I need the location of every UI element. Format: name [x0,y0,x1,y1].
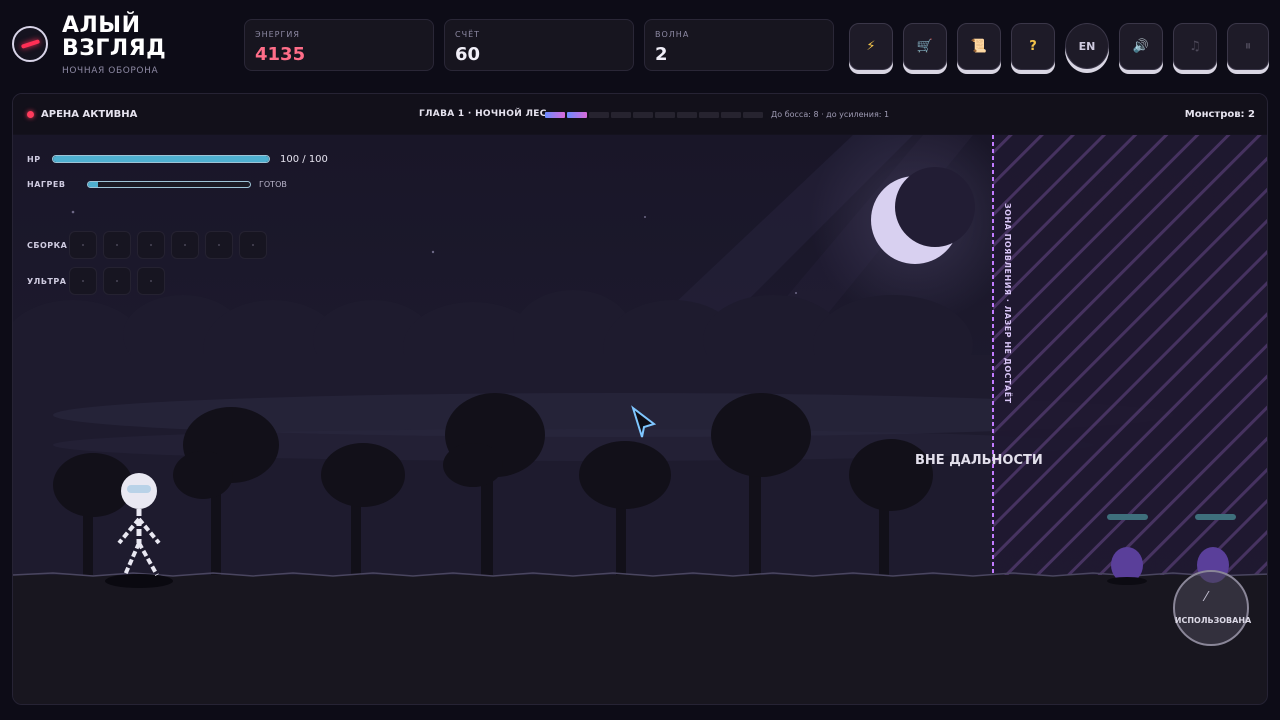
heat-label: НАГРЕВ [27,180,66,189]
cart-icon: 🛒 [916,39,934,54]
build-slot[interactable] [239,231,267,259]
arena-status-bar: АРЕНА АКТИВНА ГЛАВА 1 · НОЧНОЙ ЛЕС До бо… [13,94,1267,134]
game-scene[interactable]: HP 100 / 100 НАГРЕВ ГОТОВ СБОРКА УЛЬТРА … [13,135,1267,704]
lightning-icon: ⚡ [866,39,876,54]
pause-button[interactable]: ⏸ [1227,23,1269,70]
build-slot[interactable] [137,231,165,259]
use-ability-label: ИСПОЛЬЗОВАНА [1174,616,1252,625]
energy-value: 4135 [255,44,306,65]
ultra-slot[interactable] [137,267,165,295]
wave-value: 2 [655,44,668,65]
chapter-progress-segment [567,112,587,118]
music-note-icon: ♫ [1189,39,1201,54]
hp-label: HP [27,155,41,164]
score-stat: СЧЁТ 60 [444,19,634,71]
ultra-label: УЛЬТРА [27,277,67,286]
sound-button[interactable]: 🔊 [1119,23,1163,70]
arena-status: АРЕНА АКТИВНА [41,109,138,120]
help-button[interactable]: ? [1011,23,1055,70]
monster-count: Монстров: 2 [1184,109,1255,120]
live-indicator-icon [27,111,34,118]
heat-status: ГОТОВ [259,180,287,189]
game-arena: АРЕНА АКТИВНА ГЛАВА 1 · НОЧНОЙ ЛЕС До бо… [12,93,1268,705]
energy-label: ЭНЕРГИЯ [255,30,300,39]
game-logo: АЛЫЙ ВЗГЛЯД НОЧНАЯ ОБОРОНА [12,14,182,80]
build-label: СБОРКА [27,241,68,250]
chapter-progress-segment [721,112,741,118]
out-of-range-label: ВНЕ ДАЛЬНОСТИ [915,453,1043,468]
quests-button[interactable]: 📜 [957,23,1001,70]
build-slot[interactable] [69,231,97,259]
language-label: EN [1078,39,1096,53]
score-label: СЧЁТ [455,30,481,39]
build-slot[interactable] [171,231,199,259]
wave-label: ВОЛНА [655,30,690,39]
hp-bar [52,155,270,163]
chapter-progress-segment [633,112,653,118]
game-subtitle: НОЧНАЯ ОБОРОНА [62,66,159,76]
speaker-icon: 🔊 [1132,39,1150,54]
ultra-slot[interactable] [69,267,97,295]
boss-info: До босса: 8 · до усиления: 1 [771,110,890,119]
chapter-progress-segment [743,112,763,118]
chapter-progress-bar [545,112,763,118]
pause-icon: ⏸ [1244,39,1252,54]
chapter-progress-segment [611,112,631,118]
chapter-progress-segment [699,112,719,118]
use-ability-button[interactable]: ⁄ ИСПОЛЬЗОВАНА [1173,570,1251,646]
shop-button[interactable]: 🛒 [903,23,947,70]
wave-stat: ВОЛНА 2 [644,19,834,71]
eye-logo-icon [12,26,48,62]
energy-stat: ЭНЕРГИЯ 4135 [244,19,434,71]
language-button[interactable]: EN [1065,23,1109,69]
ultra-slot[interactable] [103,267,131,295]
wand-icon: ⁄ [1205,590,1208,605]
chapter-title: ГЛАВА 1 · НОЧНОЙ ЛЕС [419,109,547,119]
hp-value: 100 / 100 [280,154,328,165]
spawn-zone-label: ЗОНА ПОЯВЛЕНИЯ · ЛАЗЕР НЕ ДОСТАЁТ [1003,203,1012,404]
question-icon: ? [1029,39,1037,54]
chapter-progress-segment [655,112,675,118]
chapter-progress-segment [589,112,609,118]
scene-background [13,135,1267,704]
heat-bar [87,181,251,188]
scroll-icon: 📜 [970,39,988,54]
game-title: АЛЫЙ ВЗГЛЯД [62,13,167,61]
build-slot[interactable] [103,231,131,259]
score-value: 60 [455,44,481,65]
power-button[interactable]: ⚡ [849,23,893,70]
chapter-progress-segment [545,112,565,118]
build-slot[interactable] [205,231,233,259]
music-button[interactable]: ♫ [1173,23,1217,70]
chapter-progress-segment [677,112,697,118]
